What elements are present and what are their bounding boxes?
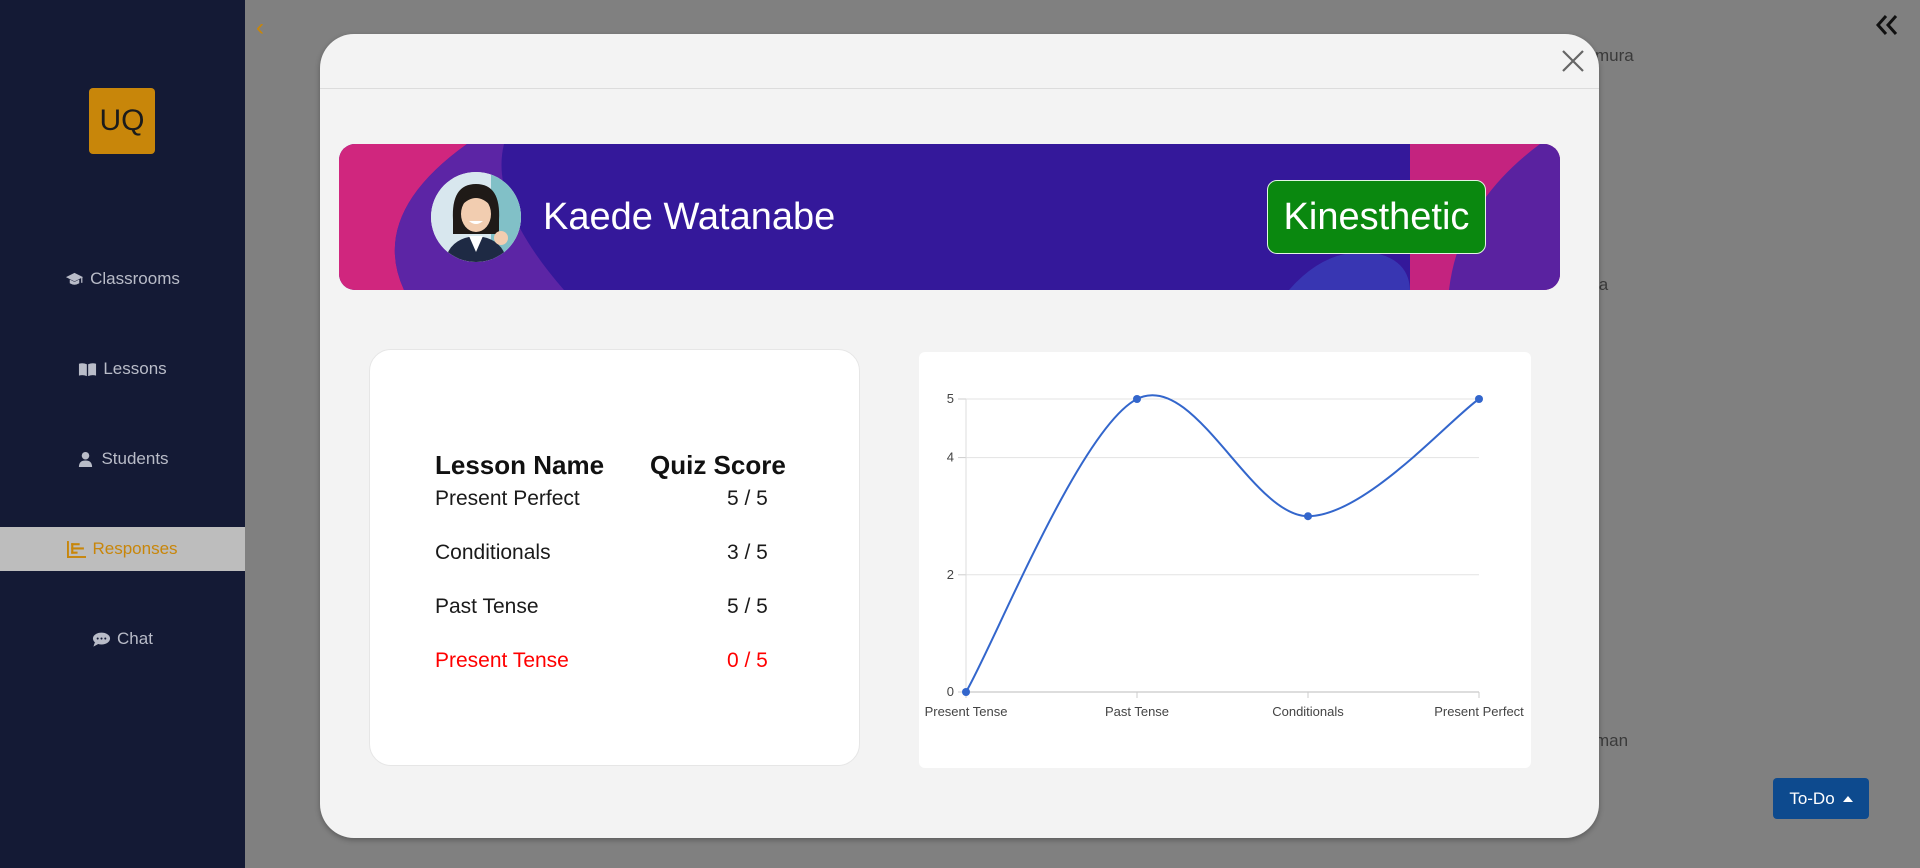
sidebar-item-lessons[interactable]: Lessons	[0, 347, 245, 391]
todo-button[interactable]: To-Do	[1773, 778, 1869, 819]
y-tick-label: 0	[947, 684, 954, 699]
sidebar-item-classrooms[interactable]: Classrooms	[0, 257, 245, 301]
score-line-chart: 0 2 4 5 Present Tense Past Tense Conditionals P…	[925, 391, 1525, 719]
x-tick-label: Conditionals	[1272, 704, 1344, 719]
sidebar-item-label: Responses	[92, 539, 178, 558]
score-chart-card: 0 2 4 5 Present Tense Past Tense Conditionals P…	[919, 352, 1531, 768]
double-chevron-left-icon[interactable]	[1872, 10, 1902, 40]
student-response-modal: Kaede Watanabe Kinesthetic Lesson Name Q…	[320, 34, 1599, 838]
app-logo: UQ	[89, 88, 155, 154]
bar-chart-icon	[67, 540, 87, 558]
modal-header	[320, 34, 1599, 89]
x-tick-label: Past Tense	[1105, 704, 1169, 719]
table-cell-lesson: Present Tense	[435, 649, 569, 672]
student-name: Kaede Watanabe	[543, 196, 836, 238]
table-cell-score: 5 / 5	[727, 595, 768, 618]
student-photo	[431, 172, 521, 262]
table-cell-score: 0 / 5	[727, 649, 768, 672]
caret-up-icon	[1842, 795, 1853, 802]
table-header-lesson: Lesson Name	[435, 450, 605, 480]
data-point	[962, 688, 970, 696]
back-arrow-icon[interactable]: ‹	[256, 14, 264, 42]
data-point	[1304, 512, 1312, 521]
sidebar-item-label: Classrooms	[90, 269, 180, 288]
sidebar: UQ Classrooms Lessons Students Responses…	[0, 0, 245, 868]
learning-style-badge: Kinesthetic	[1267, 180, 1486, 254]
sidebar-item-label: Students	[101, 449, 169, 468]
background-text: man	[1595, 731, 1629, 750]
sidebar-item-responses[interactable]: Responses	[0, 527, 245, 571]
close-icon[interactable]	[1560, 48, 1586, 74]
table-header-score: Quiz Score	[650, 450, 786, 480]
table-cell-lesson: Present Perfect	[435, 487, 580, 510]
todo-label: To-Do	[1789, 788, 1835, 808]
scores-table-card: Lesson Name Quiz Score Present Perfect 5…	[369, 349, 860, 766]
sidebar-item-label: Lessons	[103, 359, 167, 378]
sidebar-item-students[interactable]: Students	[0, 437, 245, 481]
graduation-cap-icon	[66, 272, 84, 285]
x-tick-label: Present Tense	[925, 704, 1008, 719]
table-cell-score: 3 / 5	[727, 541, 768, 564]
table-cell-score: 5 / 5	[727, 487, 768, 510]
student-banner: Kaede Watanabe Kinesthetic	[339, 144, 1560, 290]
chat-bubble-icon	[92, 632, 111, 647]
sidebar-item-label: Chat	[117, 629, 153, 648]
data-point	[1475, 395, 1483, 403]
sidebar-item-chat[interactable]: Chat	[0, 617, 245, 661]
series-line	[965, 394, 1480, 693]
data-point	[1133, 395, 1141, 403]
y-tick-label: 5	[947, 391, 954, 406]
table-cell-lesson: Past Tense	[435, 595, 539, 618]
y-tick-label: 4	[947, 450, 954, 465]
x-tick-label: Present Perfect	[1434, 704, 1524, 719]
avatar	[431, 172, 521, 262]
table-cell-lesson: Conditionals	[435, 541, 551, 564]
y-tick-label: 2	[947, 567, 954, 582]
book-open-icon	[79, 362, 97, 376]
background-text: mura	[1595, 46, 1634, 65]
user-icon	[79, 451, 93, 467]
